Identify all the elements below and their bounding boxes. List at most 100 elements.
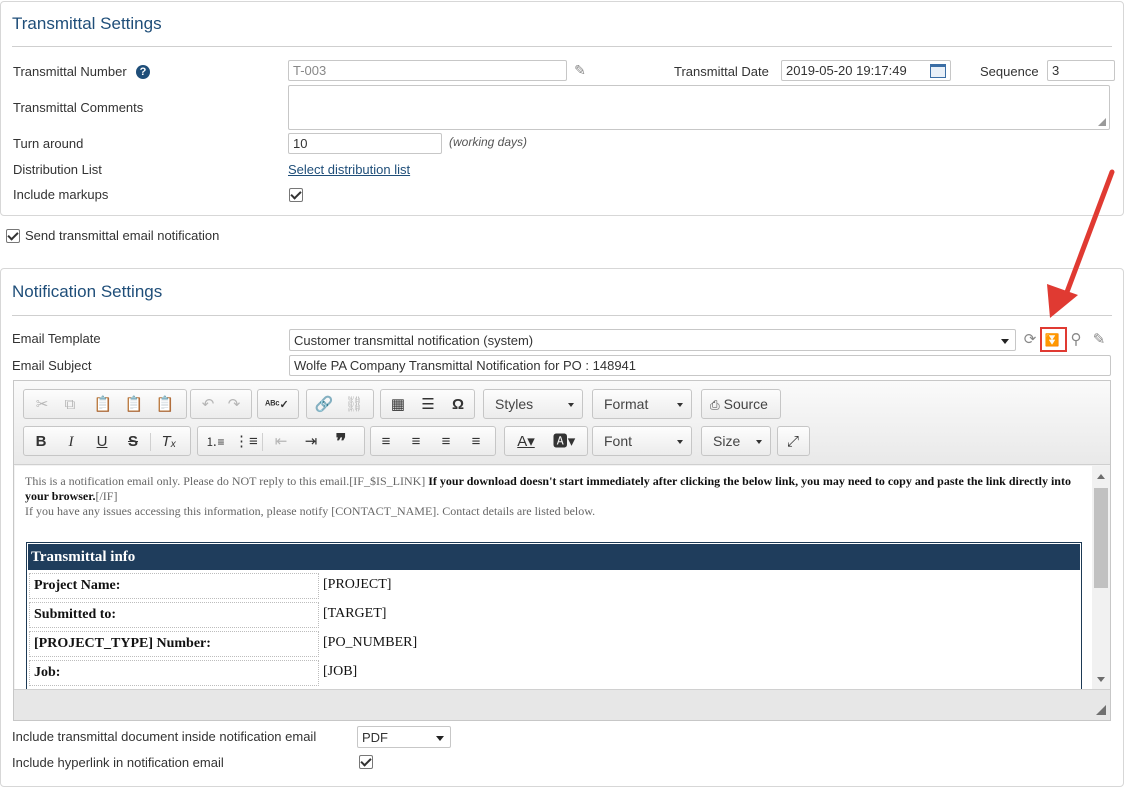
editor-statusbar — [14, 689, 1110, 720]
sequence-field[interactable]: 3 — [1047, 60, 1115, 81]
include-markups-checkbox[interactable] — [289, 188, 303, 202]
horizontal-line-icon[interactable]: ☰ — [417, 395, 439, 415]
email-template-label: Email Template — [12, 331, 101, 346]
special-char-icon[interactable]: Ω — [447, 395, 469, 415]
numbered-list-icon[interactable]: ⒈≡ — [204, 432, 226, 452]
bulleted-list-icon[interactable]: ⋮≡ — [234, 432, 258, 452]
background-color-icon[interactable]: 🅰▾ — [549, 432, 579, 452]
maximize-icon[interactable]: ⤢ — [782, 432, 804, 452]
align-center-icon[interactable]: ≡ — [405, 432, 427, 452]
refresh-icon[interactable]: ⟳ — [1021, 331, 1039, 349]
table-key: Project Name: — [29, 573, 319, 599]
source-label: Source — [723, 396, 768, 412]
size-label: Size — [713, 433, 741, 449]
source-button[interactable]: ⎙ Source — [701, 389, 781, 419]
paste-word-icon[interactable]: 📋 — [154, 395, 176, 415]
transmittal-info-table: Transmittal info Project Name: [PROJECT]… — [26, 542, 1082, 690]
transmittal-date-field[interactable]: 2019-05-20 19:17:49 — [781, 60, 951, 81]
spellcheck-icon[interactable]: ᴬᴮᶜ✓ — [265, 395, 289, 415]
pencil-icon[interactable]: ✎ — [1090, 331, 1108, 349]
text-format-group: B I U S Tₓ — [23, 426, 191, 456]
paste-icon[interactable]: 📋 — [92, 395, 114, 415]
format-label: Format — [604, 396, 649, 412]
highlight-box — [1040, 327, 1067, 352]
transmittal-comments-textarea[interactable] — [288, 85, 1110, 130]
align-right-icon[interactable]: ≡ — [435, 432, 457, 452]
include-document-select[interactable]: PDF — [357, 726, 451, 748]
email-subject-label: Email Subject — [12, 358, 92, 373]
align-left-icon[interactable]: ≡ — [375, 432, 397, 452]
transmittal-comments-label: Transmittal Comments — [13, 100, 144, 115]
resize-grip-icon[interactable] — [1096, 705, 1106, 715]
separator — [262, 433, 263, 451]
align-justify-icon[interactable]: ≡ — [465, 432, 487, 452]
font-dropdown[interactable]: Font — [592, 426, 692, 456]
text-color-icon[interactable]: A▾ — [511, 432, 541, 452]
unlink-icon[interactable]: ⛓ — [343, 395, 365, 415]
sequence-label: Sequence — [980, 64, 1039, 79]
scroll-down-icon[interactable] — [1097, 677, 1105, 682]
indent-icon[interactable]: ⇥ — [300, 432, 322, 452]
strikethrough-icon[interactable]: S — [122, 432, 144, 452]
list-group: ⒈≡ ⋮≡ ⇤ ⇥ ❞ — [197, 426, 365, 456]
table-row: Job: [JOB] — [27, 658, 1081, 687]
divider — [12, 315, 1112, 316]
scroll-up-icon[interactable] — [1097, 474, 1105, 479]
table-key: [PROJECT_TYPE] Number: — [29, 631, 319, 657]
pencil-icon[interactable]: ✎ — [572, 62, 588, 78]
blockquote-icon[interactable]: ❞ — [330, 432, 352, 452]
underline-icon[interactable]: U — [91, 432, 113, 452]
table-value: [PO_NUMBER] — [323, 635, 418, 650]
table-value: [PROJECT] — [323, 577, 392, 592]
paste-text-icon[interactable]: 📋 — [123, 395, 145, 415]
link-group: 🔗 ⛓ — [306, 389, 374, 419]
table-icon[interactable]: ▦ — [387, 395, 409, 415]
resize-handle-icon[interactable] — [1098, 118, 1106, 126]
chevron-down-icon — [1001, 339, 1009, 344]
table-key: Job: — [29, 660, 319, 686]
help-icon[interactable]: ? — [136, 65, 150, 79]
editor-scrollbar[interactable] — [1092, 466, 1110, 690]
divider — [12, 46, 1112, 47]
transmittal-number-field[interactable]: T-003 — [288, 60, 567, 81]
scroll-thumb[interactable] — [1094, 488, 1108, 588]
select-distribution-list-link[interactable]: Select distribution list — [288, 162, 410, 177]
remove-format-icon[interactable]: Tₓ — [158, 432, 180, 452]
link-icon[interactable]: 🔗 — [313, 395, 335, 415]
redo-icon[interactable]: ↷ — [223, 395, 245, 415]
send-notification-checkbox[interactable] — [6, 229, 20, 243]
include-hyperlink-checkbox[interactable] — [359, 755, 373, 769]
transmittal-number-label: Transmittal Number — [13, 64, 127, 79]
chevron-down-icon — [756, 440, 762, 444]
clipboard-group: ✂ ⧉ 📋 📋 📋 — [23, 389, 187, 419]
chevron-down-icon — [677, 440, 683, 444]
bold-icon[interactable]: B — [30, 432, 52, 452]
styles-dropdown[interactable]: Styles — [483, 389, 583, 419]
chevron-down-icon — [677, 403, 683, 407]
format-dropdown[interactable]: Format — [592, 389, 692, 419]
email-subject-field[interactable]: Wolfe PA Company Transmittal Notificatio… — [289, 355, 1111, 376]
italic-icon[interactable]: I — [60, 432, 82, 452]
separator — [150, 433, 151, 451]
copy-icon[interactable]: ⧉ — [59, 395, 81, 415]
editor-content[interactable]: This is a notification email only. Pleas… — [15, 466, 1092, 690]
email-body-editor: ✂ ⧉ 📋 📋 📋 ↶ ↷ ᴬᴮᶜ✓ 🔗 ⛓ ▦ ☰ Ω Styles Form… — [13, 380, 1111, 721]
turnaround-label: Turn around — [13, 136, 84, 151]
calendar-icon[interactable] — [930, 64, 946, 78]
email-template-value: Customer transmittal notification (syste… — [294, 333, 534, 348]
insert-group: ▦ ☰ Ω — [380, 389, 475, 419]
distribution-list-label: Distribution List — [13, 162, 102, 177]
table-row: [PROJECT_TYPE] Number: [PO_NUMBER] — [27, 629, 1081, 658]
table-value: [JOB] — [323, 664, 358, 679]
email-template-select[interactable]: Customer transmittal notification (syste… — [289, 329, 1016, 351]
body-line1-tail: [/IF] — [95, 489, 118, 503]
undo-icon[interactable]: ↶ — [197, 395, 219, 415]
search-icon[interactable]: ⚲ — [1067, 331, 1085, 349]
turnaround-field[interactable]: 10 — [288, 133, 442, 154]
size-dropdown[interactable]: Size — [701, 426, 771, 456]
transmittal-settings-title: Transmittal Settings — [12, 14, 162, 33]
table-header: Transmittal info — [27, 543, 1081, 571]
table-row: Submitted to: [TARGET] — [27, 600, 1081, 629]
outdent-icon[interactable]: ⇤ — [270, 432, 292, 452]
cut-icon[interactable]: ✂ — [31, 395, 53, 415]
